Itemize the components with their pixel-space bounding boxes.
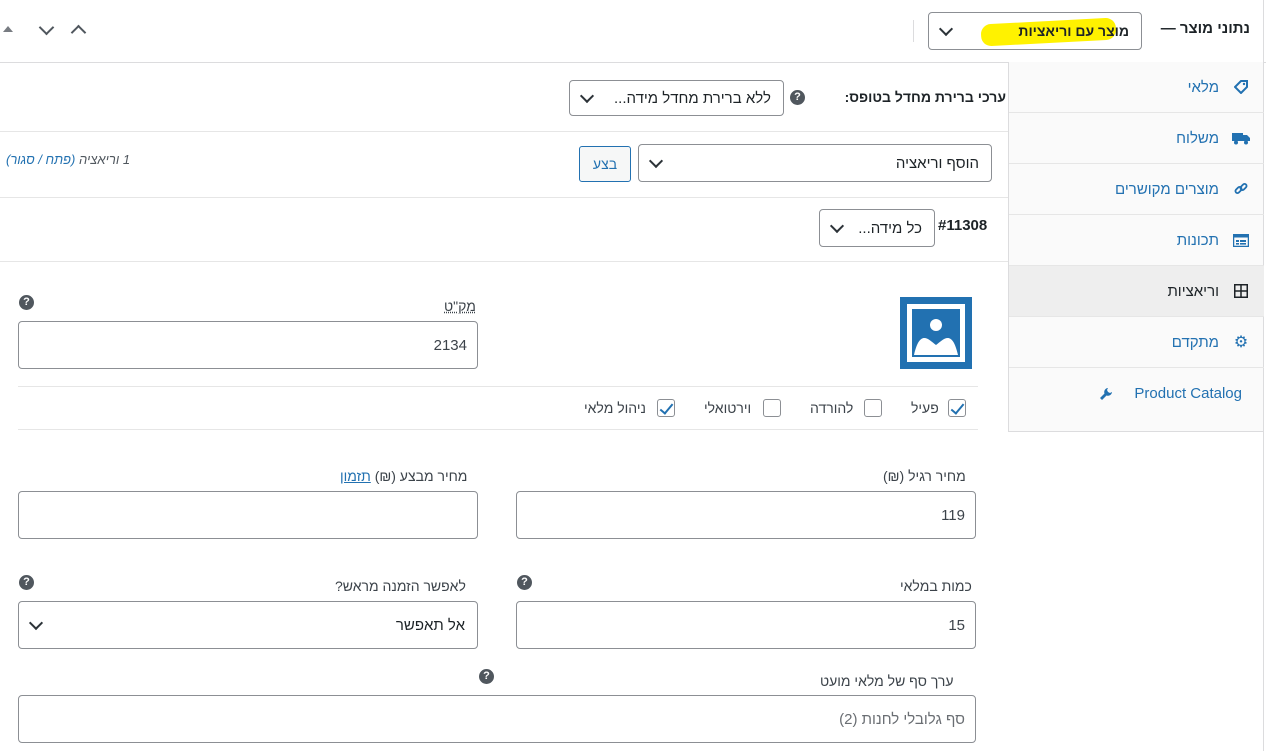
- sidebar-item-attributes[interactable]: תכונות: [1009, 215, 1264, 266]
- low-stock-input[interactable]: סף גלובלי לחנות (2): [18, 695, 976, 743]
- stock-qty-input[interactable]: 15: [516, 601, 976, 649]
- go-button[interactable]: בצע: [579, 146, 631, 182]
- backorders-value: אל תאפשר: [395, 616, 465, 634]
- virtual-label: וירטואלי: [704, 400, 752, 416]
- variations-count: 1 וריאציה (פתח / סגור): [6, 152, 130, 167]
- sidebar-item-label: תכונות: [1176, 231, 1219, 249]
- divider: [18, 386, 978, 387]
- divider: [0, 131, 1008, 132]
- regular-price-input[interactable]: 119: [516, 491, 976, 539]
- sidebar-item-advanced[interactable]: ⚙ מתקדם: [1009, 317, 1264, 368]
- variation-attribute-select[interactable]: כל מידה...: [819, 209, 935, 247]
- chevron-down-icon: [648, 153, 664, 169]
- list-icon: [1232, 231, 1250, 249]
- sidebar-item-label: מלאי: [1187, 78, 1219, 96]
- expand-collapse-link[interactable]: (פתח / סגור): [6, 152, 75, 167]
- backorders-select[interactable]: אל תאפשר: [18, 601, 478, 649]
- help-icon[interactable]: ?: [479, 669, 494, 684]
- help-icon[interactable]: ?: [790, 90, 805, 105]
- low-stock-label: ערך סף של מלאי מועט: [820, 673, 954, 689]
- link-icon: [1232, 180, 1250, 198]
- defaults-label: ערכי ברירת מחדל בטופס:: [844, 89, 1006, 105]
- sidebar-item-label: מתקדם: [1171, 333, 1219, 351]
- sku-value: 2134: [433, 336, 467, 354]
- schedule-link[interactable]: תזמון: [340, 468, 371, 484]
- manage-stock-label: ניהול מלאי: [584, 400, 646, 416]
- product-data-title: נתוני מוצר —: [1160, 20, 1250, 37]
- sale-price-input[interactable]: [18, 491, 478, 539]
- header-divider: [913, 20, 914, 42]
- help-icon[interactable]: ?: [19, 575, 34, 590]
- default-size-value: ללא ברירת מחדל מידה...: [614, 89, 771, 107]
- enabled-checkbox[interactable]: [948, 399, 966, 417]
- variations-count-text: 1 וריאציה: [78, 152, 131, 167]
- chevron-down-icon: [829, 218, 845, 234]
- backorders-label: לאפשר הזמנה מראש?: [335, 578, 466, 594]
- sale-price-label-row: מחיר מבצע (₪) תזמון: [340, 468, 467, 484]
- gear-icon: ⚙: [1233, 334, 1249, 351]
- stock-qty-value: 15: [948, 616, 965, 634]
- virtual-checkbox[interactable]: [763, 399, 781, 417]
- regular-price-label: מחיר רגיל (₪): [883, 468, 966, 484]
- variation-actions-select[interactable]: הוסף וריאציה: [638, 144, 992, 182]
- tag-icon: [1232, 78, 1250, 96]
- truck-icon: [1232, 129, 1250, 147]
- divider: [18, 429, 978, 430]
- sidebar-item-product-catalog[interactable]: Product Catalog: [1009, 368, 1264, 419]
- sidebar-item-linked-products[interactable]: מוצרים מקושרים: [1009, 164, 1264, 215]
- regular-price-value: 119: [941, 506, 965, 524]
- product-data-header: מוצר עם וריאציות נתוני מוצר —: [0, 0, 1266, 63]
- grid-icon: [1232, 282, 1250, 300]
- variation-image-placeholder[interactable]: [900, 297, 972, 369]
- product-type-value: מוצר עם וריאציות: [1018, 23, 1129, 39]
- sidebar-item-shipping[interactable]: משלוח: [1009, 113, 1264, 164]
- sidebar-item-variations[interactable]: וריאציות: [1009, 266, 1264, 317]
- sku-input[interactable]: 2134: [18, 321, 478, 369]
- variation-attribute-value: כל מידה...: [858, 219, 922, 237]
- variation-id: #11308: [938, 217, 988, 234]
- sku-label: מק"ט: [444, 298, 476, 314]
- sidebar-item-inventory[interactable]: מלאי: [1009, 62, 1264, 113]
- chevron-up-icon[interactable]: [70, 24, 87, 41]
- chevron-down-icon: [938, 21, 954, 37]
- low-stock-placeholder: סף גלובלי לחנות (2): [839, 710, 965, 728]
- manage-stock-checkbox[interactable]: [657, 399, 675, 417]
- downloadable-label: להורדה: [810, 400, 854, 416]
- chevron-down-icon: [28, 615, 44, 631]
- sidebar-item-label: משלוח: [1176, 129, 1219, 147]
- help-icon[interactable]: ?: [19, 295, 34, 310]
- divider: [0, 261, 1008, 262]
- chevron-down-icon: [579, 88, 595, 104]
- help-icon[interactable]: ?: [517, 575, 532, 590]
- divider: [0, 197, 1008, 198]
- default-size-select[interactable]: ללא ברירת מחדל מידה...: [569, 80, 784, 116]
- downloadable-checkbox[interactable]: [864, 399, 882, 417]
- sidebar-item-label: Product Catalog: [1134, 385, 1242, 402]
- product-data-tabs: מלאי משלוח מוצרים מקושרים תכונות וריאציו…: [1008, 62, 1264, 432]
- product-type-select[interactable]: מוצר עם וריאציות: [928, 12, 1142, 50]
- sale-price-label: מחיר מבצע (₪): [374, 468, 468, 484]
- move-up-icon[interactable]: [3, 26, 13, 32]
- stock-qty-label: כמות במלאי: [900, 578, 972, 594]
- sidebar-item-label: וריאציות: [1167, 282, 1219, 300]
- wrench-icon: [1097, 385, 1115, 403]
- chevron-down-icon[interactable]: [38, 19, 55, 36]
- sidebar-item-label: מוצרים מקושרים: [1115, 180, 1219, 198]
- enabled-label: פעיל: [911, 400, 939, 416]
- variation-actions-value: הוסף וריאציה: [895, 154, 979, 172]
